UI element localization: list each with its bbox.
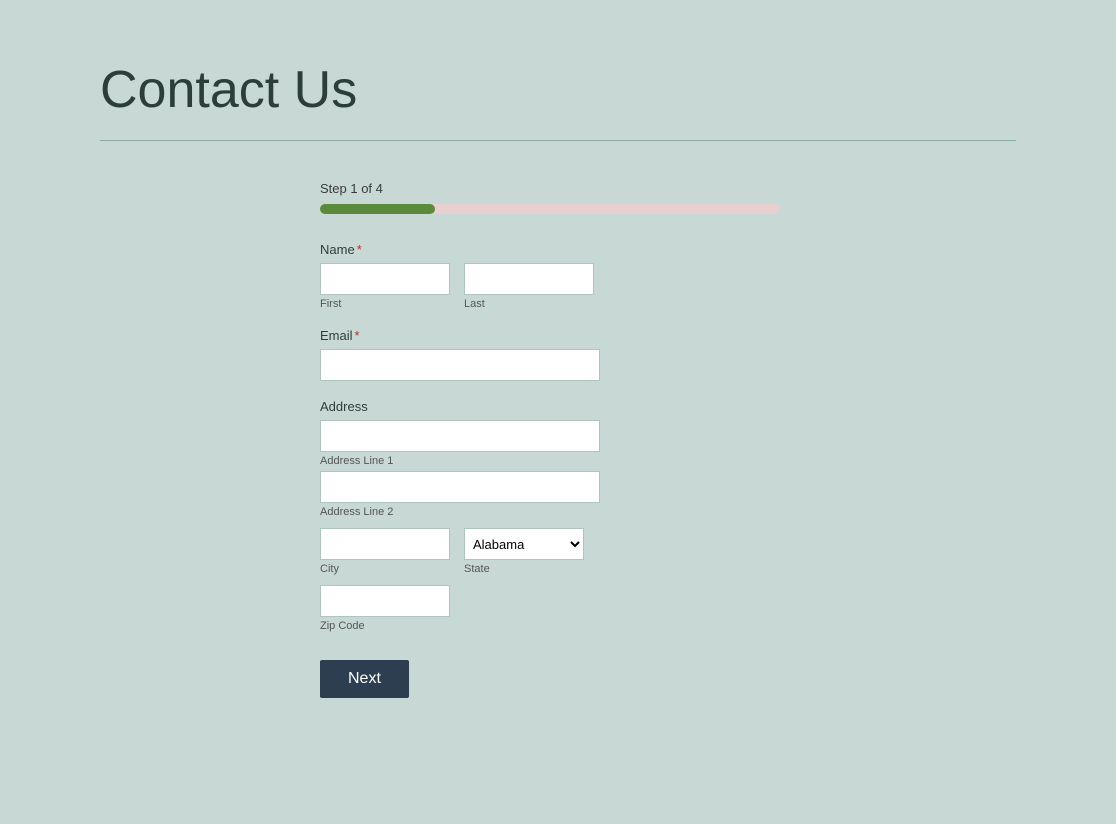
- city-wrapper: City: [320, 528, 450, 575]
- page-title: Contact Us: [100, 60, 1016, 120]
- last-label: Last: [464, 298, 594, 310]
- state-select[interactable]: Alabama Alaska Arizona Arkansas Californ…: [464, 528, 584, 560]
- first-name-wrapper: First: [320, 263, 450, 310]
- address-line2-label: Address Line 2: [320, 506, 740, 518]
- first-name-input[interactable]: [320, 263, 450, 295]
- zip-wrapper: Zip Code: [320, 585, 740, 632]
- form-container: Step 1 of 4 Name* First Last: [320, 181, 740, 698]
- name-label: Name*: [320, 242, 740, 257]
- address-line2-wrapper: Address Line 2: [320, 471, 740, 518]
- name-field-group: Name* First Last: [320, 242, 740, 310]
- state-label: State: [464, 563, 584, 575]
- city-label: City: [320, 563, 450, 575]
- name-row: First Last: [320, 263, 740, 310]
- address-field-group: Address Address Line 1 Address Line 2 Ci…: [320, 399, 740, 632]
- email-label: Email*: [320, 328, 740, 343]
- address-label: Address: [320, 399, 740, 414]
- address-line1-wrapper: Address Line 1: [320, 420, 740, 467]
- progress-bar-fill: [320, 204, 435, 214]
- address-line1-input[interactable]: [320, 420, 600, 452]
- step-label: Step 1 of 4: [320, 181, 740, 196]
- last-name-wrapper: Last: [464, 263, 594, 310]
- next-button[interactable]: Next: [320, 660, 409, 698]
- zip-input[interactable]: [320, 585, 450, 617]
- zip-label: Zip Code: [320, 620, 740, 632]
- progress-bar-track: [320, 204, 780, 214]
- page-container: Contact Us Step 1 of 4 Name* First Last: [0, 0, 1116, 758]
- city-state-row: City Alabama Alaska Arizona Arkansas Cal…: [320, 528, 740, 575]
- state-wrapper: Alabama Alaska Arizona Arkansas Californ…: [464, 528, 584, 575]
- first-label: First: [320, 298, 450, 310]
- email-field-group: Email*: [320, 328, 740, 381]
- email-input[interactable]: [320, 349, 600, 381]
- address-line1-label: Address Line 1: [320, 455, 740, 467]
- divider: [100, 140, 1016, 141]
- city-input[interactable]: [320, 528, 450, 560]
- last-name-input[interactable]: [464, 263, 594, 295]
- address-line2-input[interactable]: [320, 471, 600, 503]
